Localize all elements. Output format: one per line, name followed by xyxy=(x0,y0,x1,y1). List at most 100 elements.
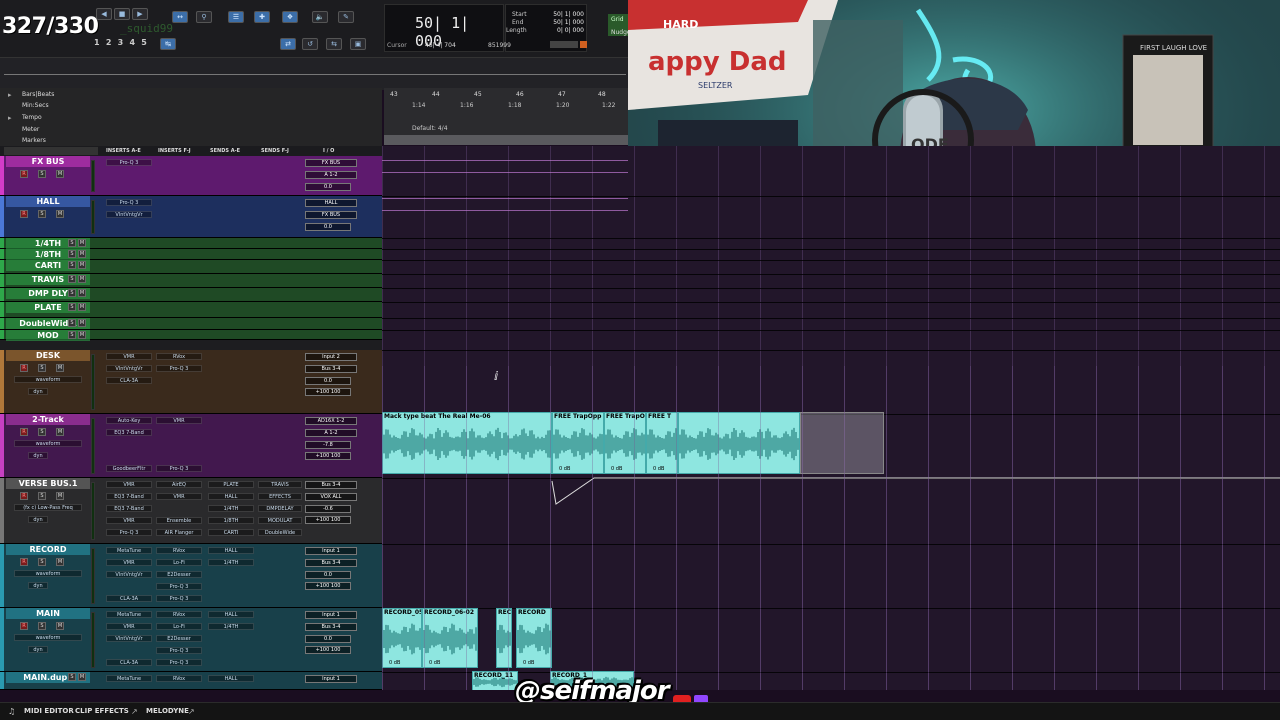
insert-slot[interactable]: Auto-Key xyxy=(106,417,152,424)
col-sends-a-e[interactable]: SENDS A-E xyxy=(210,148,240,154)
insert-slot[interactable]: EQ3 7-Band xyxy=(106,505,152,512)
volume-readout[interactable]: 0.0 xyxy=(305,635,351,643)
mute-button[interactable]: M xyxy=(78,289,86,297)
col-inserts-a-e[interactable]: INSERTS A-E xyxy=(106,148,141,154)
tab-melodyne[interactable]: MELODYNE xyxy=(146,707,189,715)
mute-button[interactable]: M xyxy=(78,303,86,311)
send-slot[interactable]: 1/8TH xyxy=(208,517,254,524)
insert-slot[interactable]: MetaTune xyxy=(106,611,152,618)
tab-midi-editor[interactable]: MIDI EDITOR xyxy=(24,707,74,715)
output-selector[interactable]: A 1-2 xyxy=(305,429,357,437)
dyn-button[interactable]: dyn xyxy=(28,582,48,589)
track-view-selector[interactable]: waveform xyxy=(14,570,82,577)
mute-button[interactable]: M xyxy=(78,261,86,269)
number-4[interactable]: 4 xyxy=(129,38,135,47)
play-icon[interactable]: ▶ xyxy=(132,8,148,20)
send-slot[interactable]: MODULAT xyxy=(258,517,302,524)
track-view-selector[interactable]: (fx c) Low-Pass Freq xyxy=(14,504,82,511)
marker-strip[interactable] xyxy=(384,135,628,145)
track-row[interactable]: DoubleWid.1 S M xyxy=(0,318,382,330)
selection-display[interactable]: Start 50| 1| 000 End 50| 1| 000 Length 0… xyxy=(488,4,587,52)
pan-readout[interactable]: +100 100 xyxy=(305,388,351,396)
input-selector[interactable]: HALL xyxy=(305,199,357,207)
mute-button[interactable]: M xyxy=(56,622,64,630)
main-counter-display[interactable]: 50| 1| 000 Cursor 45| 4| 704 xyxy=(384,4,504,52)
mute-button[interactable]: M xyxy=(78,275,86,283)
track-row[interactable]: 1/8TH S M xyxy=(0,249,382,260)
mute-button[interactable]: M xyxy=(56,210,64,218)
ruler-meter[interactable]: Meter xyxy=(22,126,39,133)
mute-button[interactable]: M xyxy=(56,170,64,178)
insert-slot[interactable]: MetaTune xyxy=(106,675,152,682)
send-slot[interactable]: DoubleWide xyxy=(258,529,302,536)
insert-slot[interactable]: CLA-3A xyxy=(106,377,152,384)
send-slot[interactable]: HALL xyxy=(208,611,254,618)
pan-readout[interactable]: +100 100 xyxy=(305,516,351,524)
input-selector[interactable]: Input 1 xyxy=(305,611,357,619)
number-5[interactable]: 5 xyxy=(141,38,147,47)
insert-slot[interactable]: Pro-Q 3 xyxy=(156,465,202,472)
mute-button[interactable]: M xyxy=(78,331,86,339)
grabber-tool-icon[interactable]: ✚ xyxy=(254,11,270,23)
pan-readout[interactable]: +100 100 xyxy=(305,582,351,590)
dly-indicator[interactable] xyxy=(550,41,578,48)
track-name[interactable]: VERSE BUS.1 xyxy=(10,479,86,488)
insert-slot[interactable]: Pro-Q 3 xyxy=(106,529,152,536)
track-name[interactable]: FX BUS xyxy=(10,157,86,166)
track-name[interactable]: 2-Track xyxy=(10,415,86,424)
track-row[interactable]: MOD S M xyxy=(0,330,382,341)
track-row[interactable]: DMP DLY S M xyxy=(0,288,382,302)
track-view-selector[interactable]: waveform xyxy=(14,634,82,641)
insert-slot[interactable]: VMR xyxy=(156,417,202,424)
insert-slot[interactable]: CLA-3A xyxy=(106,595,152,602)
input-selector[interactable]: FX BUS xyxy=(305,159,357,167)
send-slot[interactable]: CARTI xyxy=(208,529,254,536)
insert-slot[interactable]: VMR xyxy=(106,353,152,360)
select-tool-icon[interactable]: ☰ xyxy=(228,11,244,23)
expand-window-icon[interactable]: ↗ xyxy=(188,707,195,716)
zoom-icon[interactable]: ↔ xyxy=(172,11,188,23)
link-icon[interactable]: ↹ xyxy=(160,38,176,50)
insert-slot[interactable]: MetaTune xyxy=(106,547,152,554)
insert-slot[interactable]: VMR xyxy=(106,517,152,524)
input-selector[interactable]: Input 1 xyxy=(305,547,357,555)
volume-readout[interactable]: -7.8 xyxy=(305,441,351,449)
expand-icon[interactable]: ▸ xyxy=(8,91,12,99)
dyn-button[interactable]: dyn xyxy=(28,516,48,523)
loop-icon[interactable]: ↺ xyxy=(302,38,318,50)
send-slot[interactable]: HALL xyxy=(208,547,254,554)
dyn-button[interactable]: dyn xyxy=(28,452,48,459)
expand-icon[interactable]: ▸ xyxy=(8,114,12,122)
insert-slot[interactable]: Lo-Fi xyxy=(156,623,202,630)
mute-button[interactable]: M xyxy=(56,364,64,372)
mute-button[interactable]: M xyxy=(56,428,64,436)
record-enable-button[interactable]: R xyxy=(20,364,28,372)
ruler-tempo[interactable]: Tempo xyxy=(22,114,42,121)
insert-slot[interactable]: EQ3 7-Band xyxy=(106,493,152,500)
solo-button[interactable]: S xyxy=(38,428,46,436)
input-selector[interactable]: Input 1 xyxy=(305,675,357,683)
track-name[interactable]: MAIN xyxy=(10,609,86,618)
send-slot[interactable]: 1/4TH xyxy=(208,505,254,512)
solo-button[interactable]: S xyxy=(38,558,46,566)
solo-button[interactable]: S xyxy=(68,319,76,327)
volume-readout[interactable]: 0.0 xyxy=(305,223,351,231)
insert-slot[interactable]: VMR xyxy=(156,493,202,500)
output-selector[interactable]: VOX ALL xyxy=(305,493,357,501)
output-selector[interactable]: Bus 3-4 xyxy=(305,623,357,631)
solo-button[interactable]: S xyxy=(38,210,46,218)
track-row[interactable]: HALL R S M Pro-Q 3 VlntVntgVr HALL FX BUS 0.0 xyxy=(0,196,382,238)
record-indicator[interactable] xyxy=(580,41,587,48)
insert-slot[interactable]: VMR xyxy=(106,559,152,566)
insert-slot[interactable]: CLA-3A xyxy=(106,659,152,666)
send-slot[interactable]: HALL xyxy=(208,675,254,682)
solo-button[interactable]: S xyxy=(68,289,76,297)
solo-button[interactable]: S xyxy=(68,275,76,283)
solo-button[interactable]: S xyxy=(38,622,46,630)
ruler-min-secs[interactable]: Min:Secs xyxy=(22,102,49,109)
track-name[interactable]: DESK xyxy=(10,351,86,360)
insert-slot[interactable]: VlntVntgVr xyxy=(106,635,152,642)
send-slot[interactable]: 1/4TH xyxy=(208,623,254,630)
track-row[interactable]: RECORD R S Mwaveform dyn MetaTune VMR VlntVntgV… xyxy=(0,544,382,608)
mute-button[interactable]: M xyxy=(56,558,64,566)
